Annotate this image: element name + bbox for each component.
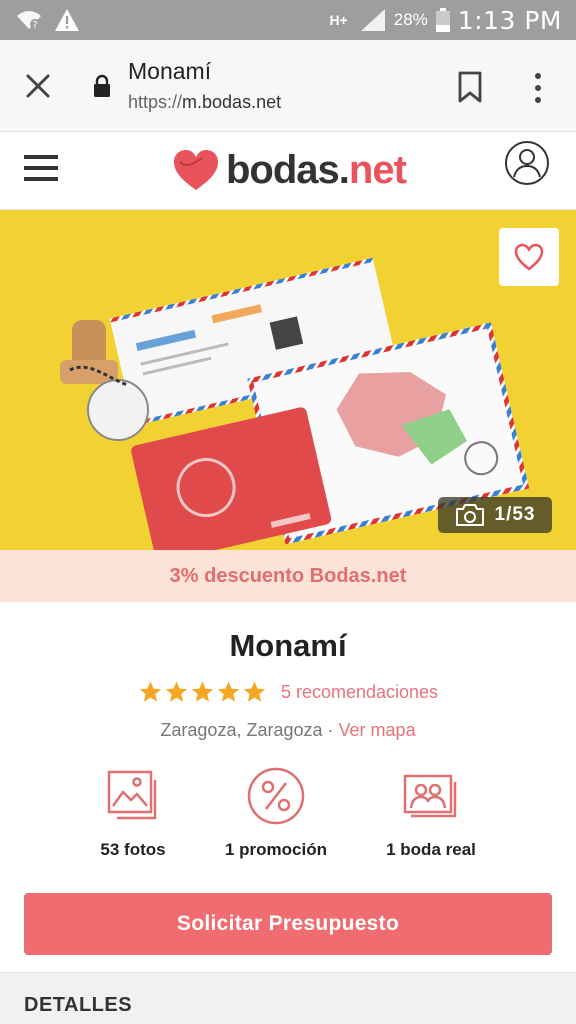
request-quote-button[interactable]: Solicitar Presupuesto [24,893,552,955]
url-scheme: https:// [128,92,183,112]
signal-icon [360,9,385,31]
bookmark-icon[interactable] [456,70,484,104]
details-section-title: DETALLES [24,994,133,1016]
rating-row: 5 recomendaciones [0,680,576,704]
close-icon[interactable] [22,70,54,102]
vendor-hero-photo[interactable]: 1/53 [0,210,576,550]
star-icon [139,681,162,702]
user-profile-icon[interactable] [504,140,550,186]
svg-text:?: ? [32,20,37,31]
photos-icon [107,770,157,820]
location-text: Zaragoza, Zaragoza [160,720,323,740]
warning-icon [55,9,79,31]
page-title: Monamí [128,58,212,84]
view-map-link[interactable]: Ver mapa [339,720,416,740]
star-icon [217,681,240,702]
clock: 1:13 PM [457,5,562,35]
battery-percent: 28% [393,10,428,29]
stat-photos[interactable]: 53 fotos [53,766,213,860]
stat-photos-label: 53 fotos [100,840,166,859]
stat-promotions[interactable]: 1 promoción [196,766,356,860]
camera-icon [455,504,484,526]
stat-promotions-label: 1 promoción [224,840,327,859]
logo-text-main: bodas. [226,147,350,192]
real-wedding-icon [403,774,457,818]
overflow-menu-icon[interactable] [528,70,548,106]
stat-real-weddings-label: 1 boda real [386,840,476,859]
battery-icon [435,8,450,32]
hamburger-menu-icon[interactable] [24,152,60,184]
promo-banner[interactable]: 3% descuento Bodas.net [0,550,576,602]
star-icon [191,681,214,702]
percent-icon [247,767,305,825]
status-bar: ? H+ 28% 1:13 PM [0,0,576,40]
bodas-logo[interactable]: bodas.net [172,140,407,200]
vendor-stats: 53 fotos 1 promoción 1 boda real [0,766,576,866]
photo-counter-text: 1/53 [494,504,536,525]
wifi-icon: ? [17,11,41,31]
lock-icon [94,74,110,97]
stat-real-weddings[interactable]: 1 boda real [351,766,511,860]
star-rating [138,680,267,704]
star-icon [243,681,266,702]
logo-text-accent: net [348,147,407,192]
url-host: m.bodas.net [182,92,282,112]
location-separator: · [327,720,334,740]
photo-counter[interactable]: 1/53 [438,497,552,533]
recommendations-link[interactable]: 5 recomendaciones [281,682,438,703]
heart-outline-icon [514,243,544,271]
site-header: bodas.net [0,132,576,210]
vendor-name: Monamí [229,628,347,663]
vendor-location: Zaragoza, Zaragoza · Ver mapa [0,720,576,741]
browser-toolbar: Monamí https://m.bodas.net [0,40,576,132]
favorite-button[interactable] [499,228,559,286]
network-type: H+ [329,12,348,28]
heart-logo-icon [174,150,218,190]
star-icon [165,681,188,702]
url-bar[interactable]: https://m.bodas.net [128,92,281,113]
